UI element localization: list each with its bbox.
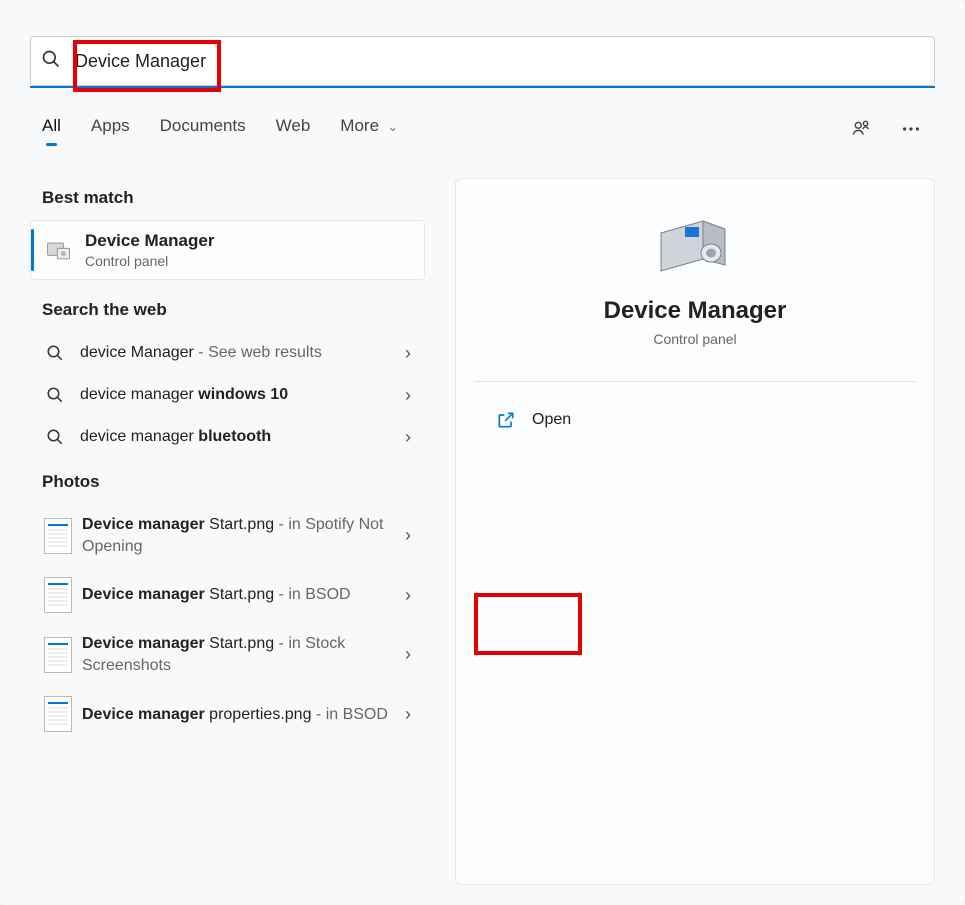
best-match-subtitle: Control panel (85, 253, 214, 269)
chevron-right-icon: › (405, 385, 411, 406)
chevron-right-icon: › (405, 343, 411, 364)
chevron-right-icon: › (405, 585, 411, 606)
file-thumbnail-icon (44, 518, 72, 554)
photo-result-1[interactable]: Device manager Start.png - in BSOD › (30, 567, 425, 623)
best-match-result[interactable]: Device Manager Control panel (30, 220, 425, 280)
search-icon (41, 49, 65, 73)
tab-documents[interactable]: Documents (160, 116, 246, 142)
tab-all[interactable]: All (42, 116, 61, 142)
search-icon (44, 342, 66, 364)
photo-result-0[interactable]: Device manager Start.png - in Spotify No… (30, 504, 425, 567)
section-photos-header: Photos (42, 472, 413, 492)
tab-more-label: More (340, 116, 379, 135)
results-area: Best match Device Manager Control panel … (30, 178, 935, 885)
start-search-window: All Apps Documents Web More ⌄ Best match (0, 0, 965, 905)
photo-result-text: Device manager Start.png - in Spotify No… (82, 514, 405, 557)
web-result-text: device manager bluetooth (80, 426, 405, 448)
tab-apps[interactable]: Apps (91, 116, 130, 142)
open-action[interactable]: Open (478, 400, 589, 440)
photo-result-text: Device manager Start.png - in BSOD (82, 584, 405, 606)
search-icon (44, 384, 66, 406)
preview-title: Device Manager (604, 297, 787, 325)
more-options-icon[interactable] (899, 117, 923, 141)
results-list: Best match Device Manager Control panel … (30, 178, 425, 885)
filter-tabs: All Apps Documents Web More ⌄ (42, 116, 923, 142)
web-result-0[interactable]: device Manager - See web results › (30, 332, 425, 374)
preview-panel: Device Manager Control panel Open (455, 178, 935, 885)
photo-result-3[interactable]: Device manager properties.png - in BSOD … (30, 686, 425, 742)
chevron-right-icon: › (405, 644, 411, 665)
preview-subtitle: Control panel (653, 331, 736, 347)
search-input[interactable] (65, 51, 924, 72)
photo-result-2[interactable]: Device manager Start.png - in Stock Scre… (30, 623, 425, 686)
search-bar[interactable] (30, 36, 935, 86)
file-thumbnail-icon (44, 696, 72, 732)
open-label: Open (532, 411, 571, 429)
search-icon (44, 426, 66, 448)
chevron-right-icon: › (405, 427, 411, 448)
section-web-header: Search the web (42, 300, 413, 320)
device-manager-large-icon (655, 215, 735, 279)
chevron-right-icon: › (405, 704, 411, 725)
divider (474, 381, 916, 382)
file-thumbnail-icon (44, 577, 72, 613)
chevron-down-icon: ⌄ (388, 120, 398, 134)
photo-result-text: Device manager Start.png - in Stock Scre… (82, 633, 405, 676)
search-focus-underline (30, 86, 935, 88)
file-thumbnail-icon (44, 637, 72, 673)
web-result-2[interactable]: device manager bluetooth › (30, 416, 425, 458)
chevron-right-icon: › (405, 525, 411, 546)
web-result-text: device manager windows 10 (80, 384, 405, 406)
best-match-title: Device Manager (85, 231, 214, 251)
open-external-icon (496, 410, 516, 430)
account-icon[interactable] (849, 117, 873, 141)
web-result-1[interactable]: device manager windows 10 › (30, 374, 425, 416)
section-best-match-header: Best match (42, 188, 413, 208)
photo-result-text: Device manager properties.png - in BSOD (82, 704, 405, 726)
device-manager-icon (45, 236, 73, 264)
web-result-text: device Manager - See web results (80, 342, 405, 364)
tab-web[interactable]: Web (276, 116, 311, 142)
tab-more[interactable]: More ⌄ (340, 116, 398, 142)
